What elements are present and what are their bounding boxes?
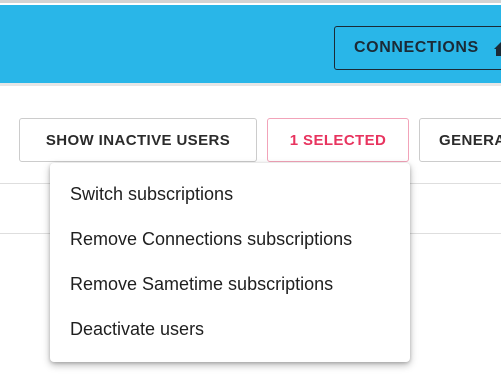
general-button-label: GENERA [439, 131, 501, 149]
header-bar: CONNECTIONS [0, 5, 501, 83]
selected-count-label: 1 SELECTED [289, 131, 387, 149]
connections-button[interactable]: CONNECTIONS [334, 26, 501, 70]
menu-item-label: Remove Connections subscriptions [70, 228, 353, 249]
menu-item-label: Deactivate users [70, 318, 205, 339]
app-root: CONNECTIONS SHOW INACTIVE USERS 1 SELECT… [0, 0, 501, 386]
menu-item-label: Remove Sametime subscriptions [70, 273, 334, 294]
menu-item-label: Switch subscriptions [70, 183, 234, 204]
menu-item-deactivate-users[interactable]: Deactivate users [50, 308, 410, 350]
menu-item-switch-subscriptions[interactable]: Switch subscriptions [50, 173, 410, 215]
menu-item-remove-connections-subscriptions[interactable]: Remove Connections subscriptions [50, 218, 410, 260]
show-inactive-users-button[interactable]: SHOW INACTIVE USERS [19, 118, 257, 162]
selected-count-button[interactable]: 1 SELECTED [267, 118, 409, 162]
show-inactive-users-label: SHOW INACTIVE USERS [45, 131, 231, 149]
connections-button-label: CONNECTIONS [354, 39, 479, 56]
selection-actions-menu: Switch subscriptions Remove Connections … [50, 163, 410, 362]
header-shadow [0, 83, 501, 86]
home-icon [493, 41, 501, 57]
general-button[interactable]: GENERA [419, 118, 501, 162]
menu-item-remove-sametime-subscriptions[interactable]: Remove Sametime subscriptions [50, 263, 410, 305]
